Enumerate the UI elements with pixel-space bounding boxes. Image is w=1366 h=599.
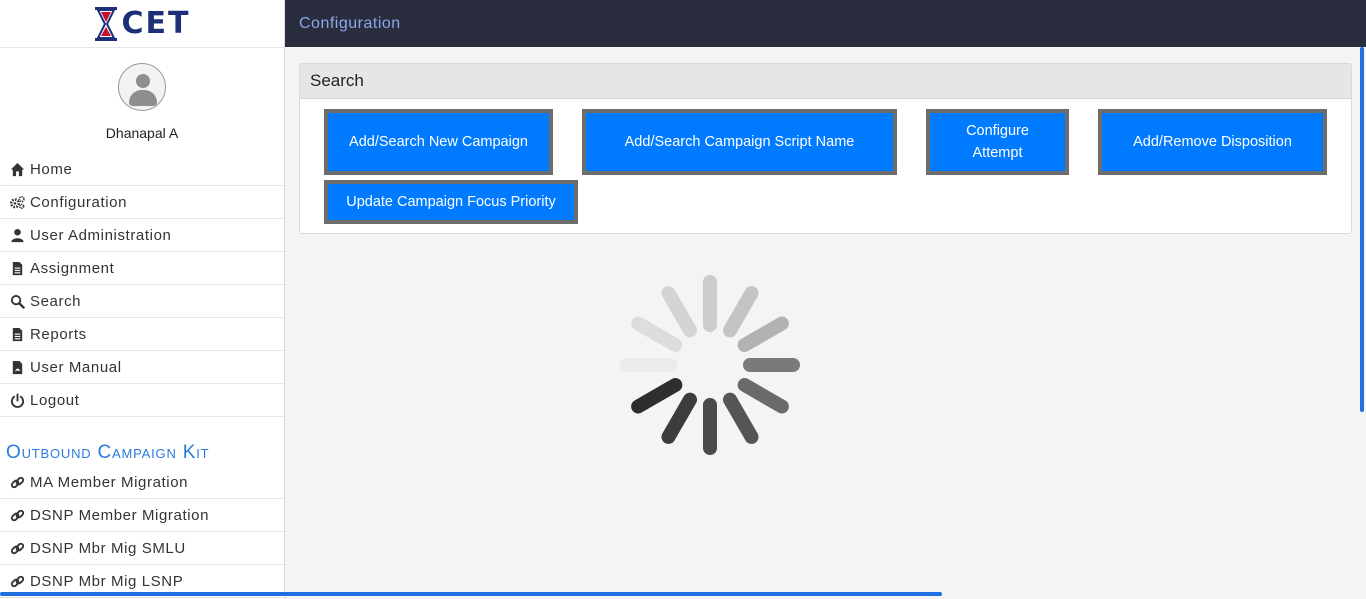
nav-item-logout[interactable]: Logout [0,384,284,417]
kit-item-label: DSNP Member Migration [30,506,210,524]
user-name: Dhanapal A [105,125,179,141]
kit-item-dsnp-mbr-mig-smlu[interactable]: DSNP Mbr Mig SMLU [0,532,284,565]
nav-item-home[interactable]: Home [0,153,284,186]
hourglass-icon [94,6,117,41]
panel-title: Search [300,64,1351,99]
link-icon [8,540,26,556]
update-campaign-focus-priority-button[interactable]: Update Campaign Focus Priority [324,180,578,224]
vertical-scrollbar[interactable] [1360,47,1364,412]
power-icon [8,392,26,408]
nav-label: Logout [30,391,80,409]
file-icon [8,326,26,342]
logo[interactable]: CET [0,0,284,48]
horizontal-scrollbar[interactable] [0,592,942,596]
nav-item-configuration[interactable]: Configuration [0,186,284,219]
kit-item-label: MA Member Migration [30,473,189,491]
kit-item-label: DSNP Mbr Mig SMLU [30,539,186,557]
nav-item-assignment[interactable]: Assignment [0,252,284,285]
link-icon [8,573,26,589]
page-title: Configuration [299,14,401,32]
add-search-new-campaign-button[interactable]: Add/Search New Campaign [324,109,553,175]
kit-item-dsnp-member-migration[interactable]: DSNP Member Migration [0,499,284,532]
nav-label: Assignment [30,259,115,277]
nav-label: Home [30,160,73,178]
nav-label: Configuration [30,193,128,211]
file-icon [8,260,26,276]
nav-item-search[interactable]: Search [0,285,284,318]
nav-item-user-manual[interactable]: User Manual [0,351,284,384]
kit-title: Outbound Campaign Kit [6,442,210,463]
kit-item-ma-member-migration[interactable]: MA Member Migration [0,466,284,499]
link-icon [8,507,26,523]
loading-spinner-icon [620,275,800,455]
logo-text: CET [121,6,191,41]
top-header: Configuration [285,0,1366,47]
nav-item-user-administration[interactable]: User Administration [0,219,284,252]
kit-item-label: DSNP Mbr Mig LSNP [30,572,184,590]
add-search-campaign-script-button[interactable]: Add/Search Campaign Script Name [582,109,897,175]
link-icon [8,474,26,490]
kit-nav: MA Member Migration DSNP Member Migratio… [0,466,284,598]
sidebar: CET Dhanapal A Home Configuration User A… [0,0,285,599]
configure-attempt-button[interactable]: Configure Attempt [926,109,1069,175]
user-icon [8,227,26,243]
nav-label: Reports [30,325,87,343]
main-nav: Home Configuration User Administration A… [0,153,284,417]
home-icon [8,161,26,177]
nav-item-reports[interactable]: Reports [0,318,284,351]
gears-icon [8,194,26,210]
add-remove-disposition-button[interactable]: Add/Remove Disposition [1098,109,1327,175]
pdf-icon [8,359,26,375]
search-icon [8,293,26,309]
nav-label: Search [30,292,82,310]
avatar[interactable] [118,63,166,111]
nav-label: User Administration [30,226,172,244]
nav-label: User Manual [30,358,122,376]
